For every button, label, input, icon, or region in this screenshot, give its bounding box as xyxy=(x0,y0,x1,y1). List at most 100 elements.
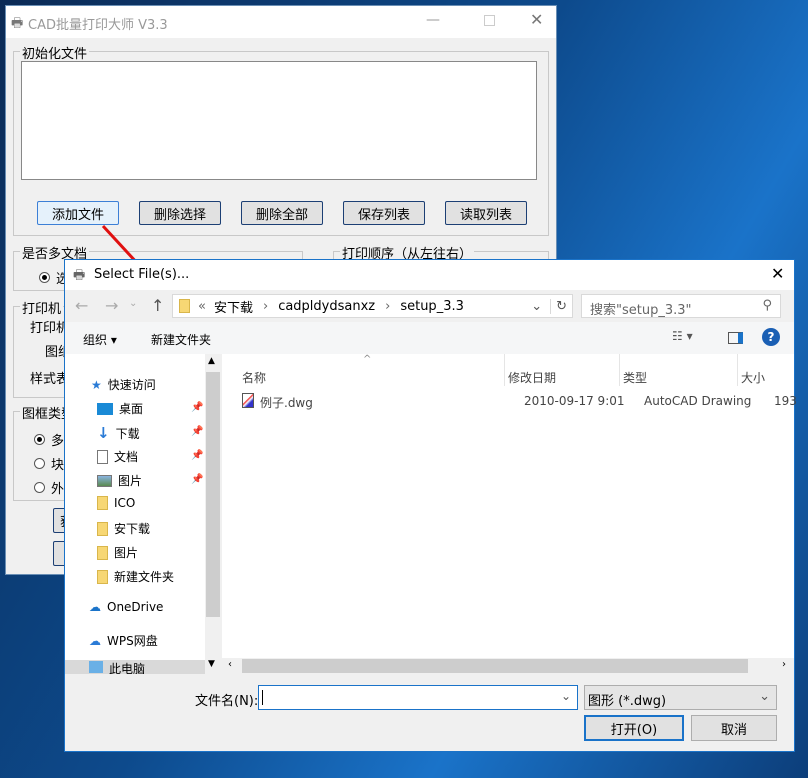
close-button[interactable]: ✕ xyxy=(771,264,784,283)
frame-radio[interactable] xyxy=(34,482,45,493)
cancel-button[interactable]: 取消 xyxy=(691,715,777,741)
navigation-pane: ★ 快速访问 桌面 📌 ↓ 下载 📌 文档 📌 图片 📌 ICO 安下载 图片 新建文件夹 … xyxy=(65,354,221,674)
nav-item[interactable]: 安下载 xyxy=(97,520,150,537)
maximize-button[interactable] xyxy=(484,15,495,26)
breadcrumb-item[interactable]: cadpldydsanxz xyxy=(278,299,375,314)
nav-item[interactable]: ↓ 下载 xyxy=(97,424,140,442)
chevron-down-icon: ⌄ xyxy=(759,689,770,704)
printer-icon: 🖶 xyxy=(11,16,24,31)
chevron-down-icon[interactable]: ⌄ xyxy=(531,299,542,314)
save-list-button[interactable]: 保存列表 xyxy=(343,201,425,225)
organize-button[interactable]: 组织 ▾ xyxy=(83,331,117,348)
nav-wps[interactable]: ☁ WPS网盘 xyxy=(89,632,158,649)
radio-label: 块 xyxy=(51,458,65,473)
nav-onedrive[interactable]: ☁ OneDrive xyxy=(89,600,163,614)
nav-item[interactable]: 新建文件夹 xyxy=(97,568,174,585)
scroll-thumb xyxy=(206,372,220,617)
download-icon: ↓ xyxy=(97,424,110,442)
file-listbox[interactable] xyxy=(21,61,537,180)
close-button[interactable]: ✕ xyxy=(530,10,543,29)
radio-label: 外 xyxy=(51,482,65,497)
title-bar: 🖶 CAD批量打印大师 V3.3 — ✕ xyxy=(6,6,556,38)
scroll-down-icon: ▼ xyxy=(208,659,215,669)
filename-input[interactable]: ⌄ xyxy=(258,685,578,710)
search-icon: ⚲ xyxy=(762,298,772,313)
frame-radio[interactable] xyxy=(34,458,45,469)
pin-icon[interactable]: 📌 xyxy=(191,474,203,485)
chevron-down-icon[interactable]: ⌄ xyxy=(129,298,137,309)
file-name: 例子.dwg xyxy=(260,396,313,410)
filename-label: 文件名(N): xyxy=(195,694,259,709)
sort-icon: ^ xyxy=(363,354,372,365)
file-type-select[interactable]: 图形 (*.dwg) ⌄ xyxy=(584,685,777,710)
help-icon[interactable]: ? xyxy=(762,328,780,346)
column-header-size[interactable]: 大小 xyxy=(737,354,765,386)
forward-icon[interactable]: → xyxy=(105,296,118,315)
nav-item[interactable]: 图片 xyxy=(97,472,142,489)
scroll-left-icon: ‹ xyxy=(228,659,232,670)
up-icon[interactable]: ↑ xyxy=(151,296,164,315)
column-header-type[interactable]: 类型 xyxy=(619,354,647,386)
breadcrumb-item[interactable]: setup_3.3 xyxy=(400,299,464,314)
frame-radio[interactable] xyxy=(34,434,45,445)
radio-label: 多 xyxy=(51,434,65,449)
file-date: 2010-09-17 9:01 xyxy=(524,394,625,408)
chevron-down-icon: ⌄ xyxy=(560,689,571,703)
cloud-icon: ☁ xyxy=(89,633,101,648)
file-list: 名称 ^ 修改日期 类型 大小 例子.dwg 2010-09-17 9:01 A… xyxy=(222,354,797,674)
nav-scrollbar[interactable]: ▲ ▼ xyxy=(205,354,221,674)
refresh-icon[interactable]: ↻ xyxy=(550,298,572,314)
star-icon: ★ xyxy=(91,377,102,392)
load-list-button[interactable]: 读取列表 xyxy=(445,201,527,225)
toolbar: 组织 ▾ 新建文件夹 ☷ ▾ ? xyxy=(65,322,794,354)
printer-icon: 🖶 xyxy=(73,268,86,283)
folder-icon xyxy=(97,521,108,536)
file-row[interactable]: 例子.dwg 2010-09-17 9:01 AutoCAD Drawing 1… xyxy=(242,392,797,412)
pin-icon[interactable]: 📌 xyxy=(191,450,203,461)
file-size: 193 xyxy=(774,394,797,408)
folder-icon xyxy=(179,299,190,313)
open-button[interactable]: 打开(O) xyxy=(584,715,684,741)
scroll-right-icon: › xyxy=(782,659,786,670)
pin-icon[interactable]: 📌 xyxy=(191,426,203,437)
column-header-name[interactable]: 名称 xyxy=(242,369,266,386)
delete-all-button[interactable]: 删除全部 xyxy=(241,201,323,225)
back-icon[interactable]: ← xyxy=(75,296,88,315)
new-folder-button[interactable]: 新建文件夹 xyxy=(151,331,211,348)
pin-icon[interactable]: 📌 xyxy=(191,402,203,413)
document-icon xyxy=(97,449,108,464)
group-label: 打印机 xyxy=(20,298,64,317)
breadcrumb-item[interactable]: 安下载 xyxy=(214,297,253,316)
minimize-button[interactable]: — xyxy=(426,12,440,28)
select-files-dialog: 🖶 Select File(s)... ✕ ← → ⌄ ↑ « 安下载 › cad… xyxy=(64,259,797,752)
nav-item[interactable]: 文档 xyxy=(97,448,138,465)
folder-icon xyxy=(97,569,108,584)
file-type: AutoCAD Drawing xyxy=(644,394,752,408)
cloud-icon: ☁ xyxy=(89,600,101,614)
text-cursor xyxy=(262,690,263,705)
group-label: 初始化文件 xyxy=(20,43,90,62)
desktop-icon xyxy=(97,402,113,415)
scroll-thumb xyxy=(242,659,748,673)
preview-pane-icon[interactable] xyxy=(728,332,743,344)
multi-doc-radio[interactable] xyxy=(39,272,50,283)
init-files-group: 初始化文件 添加文件 删除选择 删除全部 保存列表 读取列表 xyxy=(13,43,549,236)
folder-icon xyxy=(97,496,108,510)
folder-icon xyxy=(97,545,108,560)
nav-item[interactable]: 桌面 xyxy=(97,400,143,417)
view-options-icon[interactable]: ☷ ▾ xyxy=(672,329,693,343)
nav-item[interactable]: ICO xyxy=(97,496,135,510)
window-title: CAD批量打印大师 V3.3 xyxy=(28,18,168,33)
nav-quick-access[interactable]: ★ 快速访问 xyxy=(91,376,156,393)
scroll-up-icon: ▲ xyxy=(208,356,215,366)
dialog-title-bar: 🖶 Select File(s)... ✕ xyxy=(65,260,794,290)
horizontal-scrollbar[interactable]: ‹ › xyxy=(222,658,794,674)
pictures-icon xyxy=(97,474,112,487)
nav-item[interactable]: 图片 xyxy=(97,544,138,561)
search-input[interactable]: 搜索"setup_3.3" ⚲ xyxy=(581,294,781,318)
nav-this-pc[interactable]: 此电脑 xyxy=(65,660,205,674)
column-header-date[interactable]: 修改日期 xyxy=(504,354,556,386)
address-bar[interactable]: « 安下载 › cadpldydsanxz › setup_3.3 ⌄ ↻ xyxy=(172,294,573,318)
dialog-title: Select File(s)... xyxy=(94,267,190,282)
dwg-file-icon xyxy=(242,393,254,408)
